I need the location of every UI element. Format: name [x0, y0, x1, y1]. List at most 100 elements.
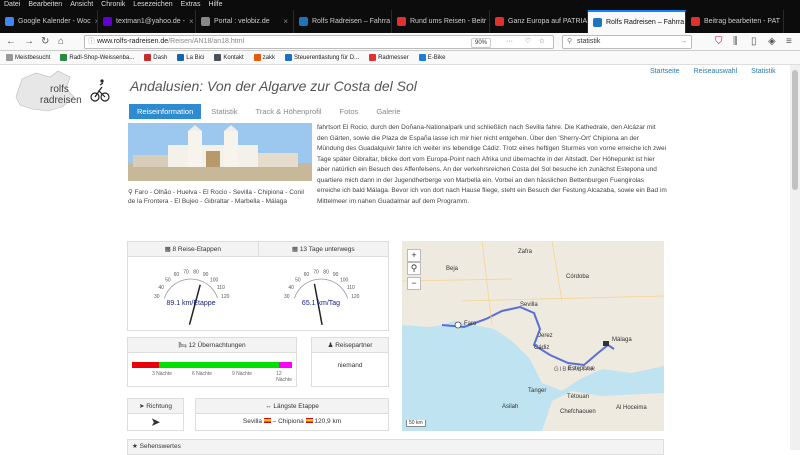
- gauge-tick-label: 120: [221, 294, 230, 300]
- spain-flag-icon: [305, 418, 313, 423]
- longest-stage-label: Längste Etappe: [273, 403, 319, 410]
- ublock-icon[interactable]: ⛉: [715, 36, 723, 48]
- zoom-in-button[interactable]: +: [407, 249, 421, 262]
- scrollbar-thumb[interactable]: [792, 70, 798, 190]
- tab-favicon-icon: [691, 17, 700, 26]
- stats-header: ▦ 8 Reise-Etappen ▦ 13 Tage unterwegs: [128, 242, 388, 257]
- tab-label: Portal : velobiz.de: [214, 18, 270, 25]
- sidebar-icon[interactable]: ▯: [751, 36, 757, 48]
- tab-label: Rolfs Radreisen – Fahrra: [312, 18, 391, 25]
- nights-tick-label: 3 Nächte: [151, 371, 172, 377]
- tab-statistik[interactable]: Statistik: [203, 104, 245, 119]
- browser-tab[interactable]: Portal : velobiz.de ×: [196, 10, 294, 33]
- tab-label: Ganz Europa auf PATRIA: [508, 18, 588, 25]
- gauge-tick-label: 70: [183, 269, 189, 275]
- tab-favicon-icon: [5, 17, 14, 26]
- library-icon[interactable]: ⫼: [733, 36, 738, 48]
- menu-lesezeichen[interactable]: Lesezeichen: [133, 0, 172, 10]
- map-label-jerez: Jerez: [538, 333, 553, 339]
- menu-bearbeiten[interactable]: Bearbeiten: [28, 0, 62, 10]
- start-marker[interactable]: [454, 321, 462, 329]
- pocket-icon[interactable]: ♡: [525, 36, 531, 48]
- reload-icon[interactable]: ↻: [41, 36, 49, 48]
- menu-hilfe[interactable]: Hilfe: [208, 0, 222, 10]
- bookmark-star-icon[interactable]: ☆: [539, 36, 545, 48]
- tab-favicon-icon: [103, 17, 112, 26]
- browser-tab[interactable]: Rolfs Radreisen – Fahrra×: [294, 10, 392, 33]
- browser-tab[interactable]: Ganz Europa auf PATRIA×: [490, 10, 588, 33]
- url-domain: www.rolfs-radreisen.de: [97, 38, 169, 45]
- partner-header-label: Reisepartner: [335, 342, 373, 349]
- map-label-sevilla: Sevilla: [520, 302, 538, 308]
- menu-chronik[interactable]: Chronik: [101, 0, 125, 10]
- menu-ansicht[interactable]: Ansicht: [70, 0, 93, 10]
- bookmark-favicon-icon: [6, 54, 13, 61]
- map-label-asilah: Asilah: [502, 404, 519, 410]
- bookmark-item[interactable]: La Bici: [177, 54, 204, 61]
- bookmark-item[interactable]: Radl-Shop-Weissenba...: [60, 54, 134, 61]
- bookmark-item[interactable]: zakk: [253, 54, 275, 61]
- browser-tab[interactable]: Google Kalender - Woc×: [0, 10, 98, 33]
- browser-tab[interactable]: Rund ums Reisen - Beitr×: [392, 10, 490, 33]
- gauge-tick-label: 90: [333, 272, 339, 278]
- longest-distance: 120,9 km: [314, 418, 342, 425]
- tab-galerie[interactable]: Galerie: [368, 104, 408, 119]
- page-content: rolfs radreisen Andalusien: Von der Alga…: [0, 65, 800, 455]
- bookmark-item[interactable]: Steuerentlastung für D...: [285, 54, 359, 61]
- longest-stage-value: Sevilla – Chipiona 120,9 km: [242, 418, 342, 425]
- browser-tab[interactable]: textman1@yahoo.de - ×: [98, 10, 196, 33]
- more-icon[interactable]: ···: [506, 36, 513, 48]
- spain-flag-icon: [263, 418, 271, 423]
- hamburger-menu-icon[interactable]: ≡: [786, 36, 792, 48]
- tab-close-icon[interactable]: ×: [283, 17, 288, 26]
- end-marker[interactable]: [603, 341, 609, 346]
- bookmark-item[interactable]: Dash: [144, 54, 167, 61]
- menu-extras[interactable]: Extras: [181, 0, 201, 10]
- page-info-icon[interactable]: ⓘ: [88, 36, 95, 48]
- search-input[interactable]: ⚲ statistik →: [562, 35, 692, 49]
- route-text: Faro - Olhão - Huelva - El Rocio - Sevil…: [128, 189, 305, 205]
- tab-close-icon[interactable]: ×: [189, 17, 194, 26]
- extension-icon[interactable]: ◈: [768, 36, 776, 48]
- search-go-icon[interactable]: →: [680, 36, 687, 48]
- link-startseite[interactable]: Startseite: [650, 68, 680, 75]
- tab-reiseinformation[interactable]: Reiseinformation: [129, 104, 202, 119]
- link-reiseauswahl[interactable]: Reiseauswahl: [694, 68, 738, 75]
- gauge-tick-label: 90: [203, 272, 209, 278]
- route-map[interactable]: + ⚲ − Zafra Beja Córdoba Sevilla Faro Je…: [402, 241, 664, 431]
- bookmark-item[interactable]: E-Bike: [418, 54, 445, 61]
- map-label-chefchaouen: Chefchaouen: [560, 409, 596, 415]
- gauge-tick-label: 30: [284, 294, 290, 300]
- bookmark-item[interactable]: Radmesser: [369, 54, 409, 61]
- partner-panel: ♟ Reisepartner niemand: [311, 337, 389, 387]
- tab-track-hoehenprofil[interactable]: Track & Höhenprofil: [248, 104, 330, 119]
- gauge-tick-label: 60: [304, 272, 310, 278]
- browser-tab[interactable]: Beitrag bearbeiten - PAT×: [686, 10, 784, 33]
- bookmark-item[interactable]: Meistbesucht: [6, 54, 50, 61]
- bike-layer-icon[interactable]: ⚲: [407, 262, 421, 275]
- url-bar[interactable]: ⓘ www.rolfs-radreisen.de/Reisen/AN18/an1…: [84, 35, 554, 49]
- map-label-beja: Beja: [446, 266, 459, 272]
- bookmark-label: Dash: [153, 54, 168, 61]
- bookmark-item[interactable]: Kontakt: [214, 54, 244, 61]
- zoom-level[interactable]: 90%: [470, 38, 491, 48]
- tab-fotos[interactable]: Fotos: [332, 104, 367, 119]
- trip-photo[interactable]: [128, 123, 312, 181]
- tab-favicon-icon: [397, 17, 406, 26]
- nights-tick-label: 6 Nächte: [191, 371, 212, 377]
- longest-from: Sevilla: [242, 418, 263, 425]
- nights-bar-segment: [278, 362, 292, 368]
- forward-icon[interactable]: →: [24, 36, 34, 48]
- direction-arrow-icon: ➤: [150, 415, 161, 429]
- zoom-out-button[interactable]: −: [407, 277, 421, 290]
- menu-datei[interactable]: Datei: [4, 0, 20, 10]
- gauge-value: 65.1 km/Tag: [302, 300, 340, 307]
- gauge-tick-label: 80: [323, 269, 329, 275]
- bookmark-favicon-icon: [418, 54, 426, 61]
- browser-tab[interactable]: Rolfs Radreisen – Fahrra×: [588, 10, 686, 33]
- site-logo[interactable]: rolfs radreisen: [12, 67, 112, 117]
- tab-label: textman1@yahoo.de -: [116, 18, 185, 25]
- home-icon[interactable]: ⌂: [58, 36, 64, 48]
- back-icon[interactable]: ←: [6, 36, 16, 48]
- link-statistik[interactable]: Statistik: [751, 68, 776, 75]
